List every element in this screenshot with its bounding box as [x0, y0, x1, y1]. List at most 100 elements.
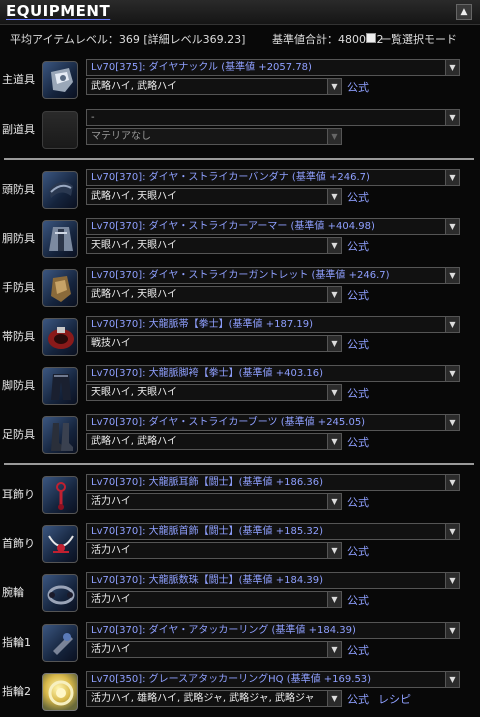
item-select[interactable]: Lv70[370]: ダイヤ・ストライカーバンダナ (基準値 +246.7) ▼	[86, 169, 460, 186]
bandana-icon[interactable]	[42, 171, 78, 209]
item-select[interactable]: Lv70[370]: 大龍脈帯【拳士】(基準値 +187.19) ▼	[86, 316, 460, 333]
materia-select[interactable]: 活力ハイ ▼	[86, 591, 342, 608]
item-select-value: Lv70[370]: ダイヤ・ストライカーアーマー (基準値 +404.98)	[91, 221, 375, 232]
chevron-down-icon[interactable]: ▼	[445, 219, 459, 234]
materia-select[interactable]: 武略ハイ, 武略ハイ ▼	[86, 78, 342, 95]
official-link[interactable]: 公式	[347, 189, 369, 205]
slot-label: 副道具	[2, 123, 35, 136]
boots-icon[interactable]	[42, 416, 78, 454]
chevron-down-icon[interactable]: ▼	[445, 170, 459, 185]
bracelet-icon[interactable]	[42, 574, 78, 612]
materia-select[interactable]: 武略ハイ, 天眼ハイ ▼	[86, 286, 342, 303]
official-link[interactable]: 公式	[347, 434, 369, 450]
chevron-down-icon[interactable]: ▼	[445, 60, 459, 75]
official-link[interactable]: 公式	[347, 336, 369, 352]
official-link[interactable]: 公式	[347, 494, 369, 510]
item-select-value: Lv70[370]: 大龍脈数珠【闘士】(基準値 +184.39)	[91, 575, 324, 586]
materia-select[interactable]: 活力ハイ, 雄略ハイ, 武略ジャ, 武略ジャ, 武略ジャ ▼	[86, 690, 342, 707]
official-link[interactable]: 公式	[347, 543, 369, 559]
chevron-down-icon[interactable]: ▼	[445, 110, 459, 125]
item-select[interactable]: Lv70[370]: 大龍脈数珠【闘士】(基準値 +184.39) ▼	[86, 572, 460, 589]
chevron-down-icon[interactable]: ▼	[445, 415, 459, 430]
chevron-down-icon[interactable]: ▼	[445, 366, 459, 381]
item-select[interactable]: Lv70[370]: 大龍脈耳飾【闘士】(基準値 +186.36) ▼	[86, 474, 460, 491]
chevron-down-icon[interactable]: ▼	[327, 691, 341, 706]
armor-icon[interactable]	[42, 220, 78, 258]
equipment-slot: 指輪1 Lv70[370]: ダイヤ・アタッカーリング (基準値 +184.39)…	[0, 620, 480, 666]
slot-label: 指輪2	[2, 685, 31, 698]
necklace-icon[interactable]	[42, 525, 78, 563]
materia-select[interactable]: 活力ハイ ▼	[86, 493, 342, 510]
belt-icon[interactable]	[42, 318, 78, 356]
materia-select[interactable]: 戦技ハイ ▼	[86, 335, 342, 352]
chevron-down-icon[interactable]: ▼	[327, 336, 341, 351]
chevron-down-icon[interactable]: ▼	[445, 475, 459, 490]
materia-select-value: マテリアなし	[91, 131, 151, 142]
chevron-down-icon[interactable]: ▼	[327, 494, 341, 509]
materia-select[interactable]: 天眼ハイ, 天眼ハイ ▼	[86, 237, 342, 254]
item-select[interactable]: Lv70[370]: ダイヤ・ストライカーブーツ (基準値 +245.05) ▼	[86, 414, 460, 431]
chevron-down-icon[interactable]: ▼	[327, 287, 341, 302]
materia-select-value: 天眼ハイ, 天眼ハイ	[91, 240, 177, 251]
item-select-value: Lv70[370]: ダイヤ・アタッカーリング (基準値 +184.39)	[91, 625, 356, 636]
item-select-value: Lv70[375]: ダイヤナックル (基準値 +2057.78)	[91, 62, 312, 73]
official-link[interactable]: 公式	[347, 592, 369, 608]
chevron-down-icon[interactable]: ▼	[445, 573, 459, 588]
materia-select[interactable]: 武略ハイ, 天眼ハイ ▼	[86, 188, 342, 205]
chevron-down-icon[interactable]: ▼	[327, 385, 341, 400]
materia-select-value: 活力ハイ	[91, 496, 131, 507]
official-link[interactable]: 公式	[347, 385, 369, 401]
list-mode-label: 一覧選択モード	[380, 33, 457, 46]
chevron-down-icon[interactable]: ▼	[327, 434, 341, 449]
official-link[interactable]: 公式	[347, 79, 369, 95]
equipment-slot: 脚防具 Lv70[370]: 大龍脈脚袴【拳士】(基準値 +403.16) ▼ 天眼ハ…	[0, 363, 480, 409]
materia-select[interactable]: 武略ハイ, 武略ハイ ▼	[86, 433, 342, 450]
title-bar: EQUIPMENT ▲	[0, 0, 480, 25]
official-link[interactable]: 公式	[347, 642, 369, 658]
knuckle-icon[interactable]	[42, 61, 78, 99]
official-link[interactable]: 公式	[347, 691, 369, 707]
chevron-down-icon[interactable]: ▼	[327, 238, 341, 253]
slot-label: 指輪1	[2, 636, 31, 649]
item-select[interactable]: Lv70[370]: 大龍脈首飾【闘士】(基準値 +185.32) ▼	[86, 523, 460, 540]
earring-icon[interactable]	[42, 476, 78, 514]
collapse-button[interactable]: ▲	[456, 4, 472, 20]
chevron-down-icon[interactable]: ▼	[445, 524, 459, 539]
item-select[interactable]: Lv70[370]: 大龍脈脚袴【拳士】(基準値 +403.16) ▼	[86, 365, 460, 382]
hq-ring-icon[interactable]	[42, 673, 78, 711]
chevron-down-icon[interactable]: ▼	[445, 672, 459, 687]
chevron-down-icon[interactable]: ▼	[327, 79, 341, 94]
official-link[interactable]: 公式	[347, 287, 369, 303]
equipment-slot: 首飾り Lv70[370]: 大龍脈首飾【闘士】(基準値 +185.32) ▼ 活力ハ…	[0, 521, 480, 567]
equipment-slot: 指輪2 Lv70[350]: グレースアタッカーリングHQ (基準値 +169.5…	[0, 669, 480, 715]
chevron-down-icon[interactable]: ▼	[327, 543, 341, 558]
list-mode-checkbox[interactable]	[366, 33, 376, 43]
chevron-down-icon[interactable]: ▼	[327, 642, 341, 657]
chevron-down-icon[interactable]: ▼	[445, 268, 459, 283]
official-link[interactable]: 公式	[347, 238, 369, 254]
section-divider	[4, 158, 474, 160]
equipment-slot: 副道具 - ▼ マテリアなし ▼	[0, 107, 480, 153]
equipment-panel: EQUIPMENT ▲ 平均アイテムレベル：369 [詳細レベル369.23] …	[0, 0, 480, 717]
materia-select[interactable]: 活力ハイ ▼	[86, 542, 342, 559]
slot-label: 帯防具	[2, 330, 35, 343]
item-select[interactable]: - ▼	[86, 109, 460, 126]
recipe-link[interactable]: レシピ	[378, 691, 411, 707]
chevron-down-icon[interactable]: ▼	[445, 623, 459, 638]
chevron-down-icon[interactable]: ▼	[327, 189, 341, 204]
item-select[interactable]: Lv70[350]: グレースアタッカーリングHQ (基準値 +169.53) ▼	[86, 671, 460, 688]
ring-icon[interactable]	[42, 624, 78, 662]
item-select[interactable]: Lv70[370]: ダイヤ・ストライカーアーマー (基準値 +404.98) ▼	[86, 218, 460, 235]
item-select[interactable]: Lv70[370]: ダイヤ・アタッカーリング (基準値 +184.39) ▼	[86, 622, 460, 639]
chevron-down-icon[interactable]: ▼	[445, 317, 459, 332]
equipment-slot: 耳飾り Lv70[370]: 大龍脈耳飾【闘士】(基準値 +186.36) ▼ 活力ハ…	[0, 472, 480, 518]
materia-select-value: 活力ハイ	[91, 594, 131, 605]
empty-slot-icon[interactable]	[42, 111, 78, 149]
item-select[interactable]: Lv70[370]: ダイヤ・ストライカーガントレット (基準値 +246.7)…	[86, 267, 460, 284]
item-select[interactable]: Lv70[375]: ダイヤナックル (基準値 +2057.78) ▼	[86, 59, 460, 76]
materia-select[interactable]: 活力ハイ ▼	[86, 641, 342, 658]
gauntlet-icon[interactable]	[42, 269, 78, 307]
chevron-down-icon[interactable]: ▼	[327, 592, 341, 607]
pants-icon[interactable]	[42, 367, 78, 405]
materia-select[interactable]: 天眼ハイ, 天眼ハイ ▼	[86, 384, 342, 401]
